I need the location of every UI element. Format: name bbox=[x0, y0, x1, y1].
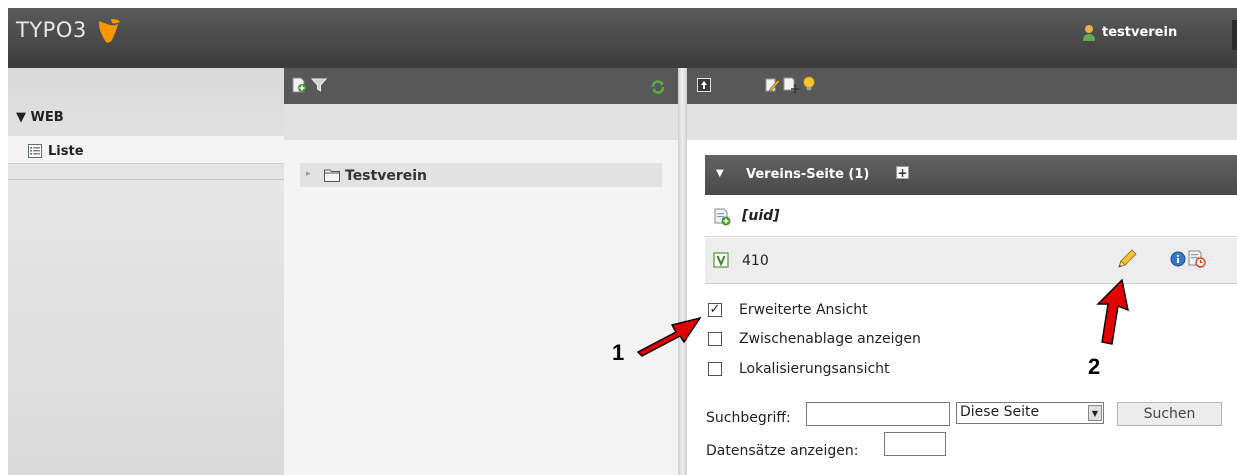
top-bar bbox=[8, 8, 1237, 68]
help-bulb-icon[interactable] bbox=[801, 76, 817, 92]
module-group-web[interactable]: ▼ WEB bbox=[16, 110, 64, 125]
chevron-down-icon[interactable]: ▼ bbox=[1088, 405, 1102, 421]
divider bbox=[8, 179, 284, 180]
record-v-icon[interactable] bbox=[713, 252, 729, 268]
filter-icon[interactable] bbox=[311, 77, 327, 93]
username[interactable]: testverein bbox=[1102, 25, 1177, 40]
info-icon[interactable] bbox=[1170, 251, 1186, 267]
typo3-logo-icon bbox=[98, 19, 120, 43]
extended-view-label[interactable]: Erweiterte Ansicht bbox=[739, 302, 868, 318]
localization-checkbox[interactable] bbox=[708, 362, 722, 376]
show-records-label: Datensätze anzeigen: bbox=[706, 443, 859, 459]
page-tree bbox=[284, 140, 678, 475]
user-icon bbox=[1083, 25, 1095, 41]
up-level-icon[interactable] bbox=[696, 77, 712, 93]
pencil-edit-icon[interactable] bbox=[1116, 248, 1138, 270]
typo3-logo-text: TYPO3 bbox=[16, 18, 87, 42]
module-menu bbox=[8, 68, 284, 475]
column-header-uid[interactable]: [uid] bbox=[742, 208, 780, 224]
table-title[interactable]: Vereins-Seite (1) bbox=[746, 167, 869, 182]
add-record-button[interactable]: + bbox=[896, 166, 909, 179]
move-icon[interactable] bbox=[783, 77, 799, 93]
clipboard-checkbox[interactable] bbox=[708, 332, 722, 346]
localization-label[interactable]: Lokalisierungsansicht bbox=[739, 361, 890, 377]
list-icon bbox=[28, 144, 42, 158]
folder-icon bbox=[324, 169, 340, 182]
annotation-arrow-2 bbox=[1096, 278, 1129, 345]
toolbar-edge bbox=[1232, 20, 1237, 50]
annotation-marker-2: 2 bbox=[1088, 354, 1101, 379]
collapse-caret-icon[interactable]: ▼ bbox=[716, 168, 724, 179]
table-row bbox=[705, 238, 1237, 284]
tree-toolbar bbox=[284, 68, 678, 104]
search-scope-value: Diese Seite bbox=[960, 404, 1040, 420]
table-column-header-row bbox=[705, 195, 1237, 237]
search-button[interactable]: Suchen bbox=[1117, 402, 1222, 426]
search-label: Suchbegriff: bbox=[706, 410, 791, 426]
refresh-icon[interactable] bbox=[650, 79, 666, 95]
annotation-marker-1: 1 bbox=[612, 340, 625, 365]
edit-page-icon[interactable] bbox=[764, 77, 780, 93]
new-page-icon[interactable] bbox=[291, 77, 307, 93]
tree-node-label[interactable]: Testverein bbox=[345, 168, 427, 184]
history-icon[interactable] bbox=[1188, 250, 1206, 268]
annotation-arrow-1 bbox=[636, 316, 702, 357]
panel-resizer[interactable] bbox=[678, 68, 687, 475]
module-item-label: Liste bbox=[48, 144, 84, 159]
extended-view-checkbox[interactable]: ✓ bbox=[708, 303, 722, 317]
clipboard-label[interactable]: Zwischenablage anzeigen bbox=[739, 331, 921, 347]
content-subtoolbar bbox=[687, 104, 1237, 140]
tree-subtoolbar bbox=[284, 104, 678, 140]
show-records-input[interactable] bbox=[884, 432, 946, 456]
tree-expander-icon[interactable]: ▸ bbox=[306, 169, 311, 179]
new-record-icon[interactable] bbox=[713, 208, 731, 226]
search-input[interactable] bbox=[806, 402, 950, 426]
row-uid-value: 410 bbox=[742, 253, 769, 269]
